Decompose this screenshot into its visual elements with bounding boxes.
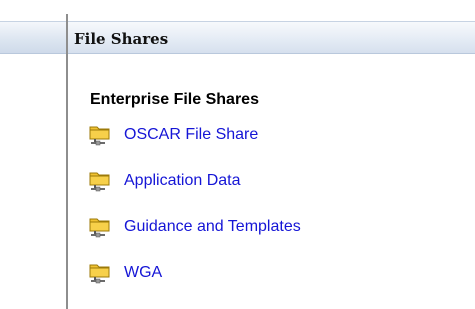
webpart-title[interactable]: File Shares [74,30,168,48]
share-link-label[interactable]: Guidance and Templates [124,218,301,236]
left-nav-divider [66,14,68,309]
left-nav-header-strip [0,21,66,54]
share-link-label[interactable]: OSCAR File Share [124,126,258,144]
share-link-label[interactable]: WGA [124,264,162,282]
webpart-title-bar: File Shares [68,21,475,54]
share-link-application-data[interactable]: Application Data [88,168,468,194]
page: File Shares Enterprise File Shares OSCAR… [0,0,475,309]
share-link-wga[interactable]: WGA [88,260,468,286]
share-link-guidance-and-templates[interactable]: Guidance and Templates [88,214,468,240]
share-link-oscar-file-share[interactable]: OSCAR File Share [88,122,468,148]
section-heading: Enterprise File Shares [90,91,259,108]
network-folder-icon [89,218,110,238]
network-folder-icon [89,264,110,284]
network-folder-icon [89,172,110,192]
share-link-label[interactable]: Application Data [124,172,241,190]
network-folder-icon [89,126,110,146]
file-share-list: OSCAR File Share Application Data Guidan… [88,122,468,306]
